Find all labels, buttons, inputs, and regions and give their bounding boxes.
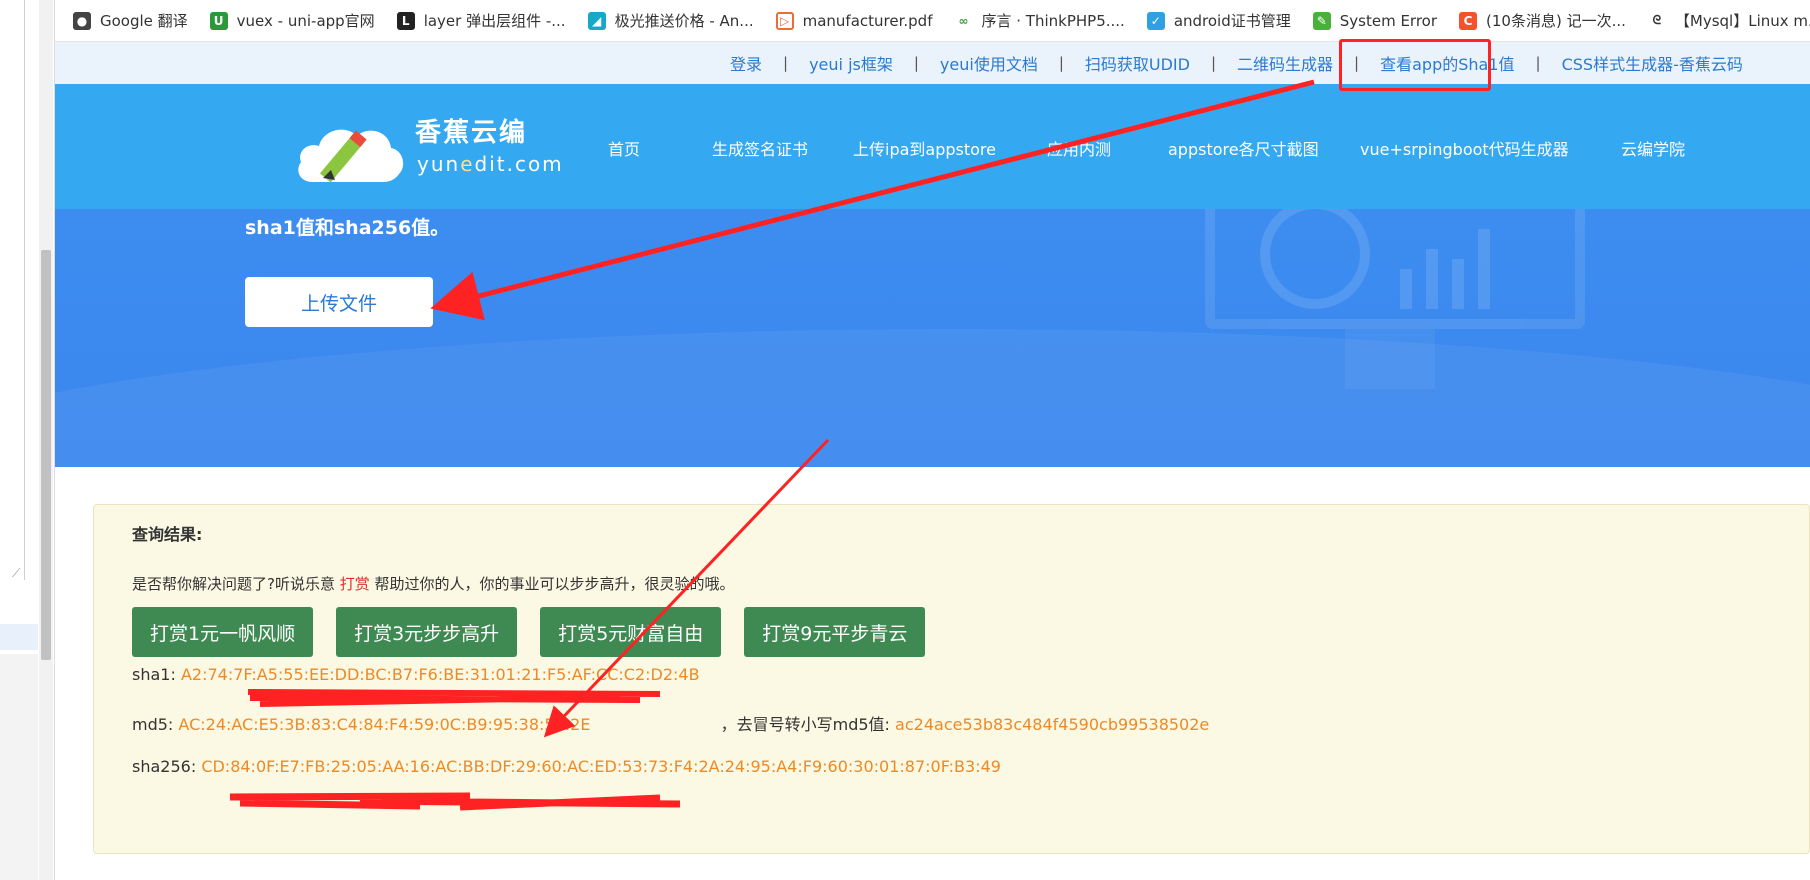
bookmark-android-cert[interactable]: ✓ android证书管理 [1146,10,1291,31]
sha1-value: A2:74:7F:A5:55:EE:DD:BC:B7:F6:BE:31:01:2… [180,665,700,684]
sha256-row: sha256: CD:84:0F:E7:FB:25:05:AA:16:AC:BB… [132,757,1001,776]
reward-buttons: 打赏1元一帆风顺 打赏3元步步高升 打赏5元财富自由 打赏9元平步青云 [132,607,926,657]
cert-icon: ✓ [1146,11,1165,30]
bookmark-pdf[interactable]: ▷ manufacturer.pdf [775,11,933,30]
bookmark-google-translate[interactable]: ● Google 翻译 [73,10,188,31]
md5-value: AC:24:AC:E5:3B:83:C4:84:F4:59:0C:B9:95:3… [178,715,591,734]
monitor-stand-decoration [1345,329,1435,389]
reward-prompt-text: 是否帮你解决问题了?听说乐意 [132,575,340,593]
md5-lower-value: ac24ace53b83c484f4590cb99538502e [895,715,1210,734]
bookmark-label: layer 弹出层组件 -... [423,12,566,30]
bookmark-uniapp[interactable]: U vuex - uni-app官网 [209,10,375,31]
reward-3-button[interactable]: 打赏3元步步高升 [336,607,518,657]
reward-prompt: 是否帮你解决问题了?听说乐意 打赏 帮助过你的人，你的事业可以步步高升，很灵验的… [132,573,735,594]
sha1-row: sha1: A2:74:7F:A5:55:EE:DD:BC:B7:F6:BE:3… [132,665,700,684]
left-pane-row [0,624,38,650]
reward-9-button[interactable]: 打赏9元平步青云 [744,607,926,657]
nav-home[interactable]: 首页 [608,136,640,160]
sha256-label: sha256: [132,757,197,776]
pdf-icon: ▷ [775,11,794,30]
bookmark-mysql[interactable]: ᘓ 【Mysql】Linux m... [1647,10,1810,31]
google-translate-icon: ● [73,11,91,30]
bookmark-label: System Error [1339,11,1438,30]
md5-row: md5: AC:24:AC:E5:3B:83:C4:84:F4:59:0C:B9… [132,711,1209,735]
bookmark-layer[interactable]: L layer 弹出层组件 -... [396,10,566,31]
bookmark-label: android证书管理 [1173,12,1291,30]
bookmark-label: manufacturer.pdf [802,11,933,30]
bookmark-label: (10条消息) 记一次... [1486,12,1626,30]
annotation-highlight-box [1339,39,1491,91]
pane-divider [24,0,25,580]
upload-file-button[interactable]: 上传文件 [245,277,433,327]
hero-wave-decoration [55,329,1810,467]
left-pane: ⟋ [0,0,55,880]
bookmark-label: 序言 · ThinkPHP5.... [981,12,1125,30]
reward-1-button[interactable]: 打赏1元一帆风顺 [132,607,314,657]
md5-label: md5: [132,715,174,734]
nav-screenshots[interactable]: appstore各尺寸截图 [1168,136,1319,160]
link-login[interactable]: 登录 [719,51,773,75]
link-udid[interactable]: 扫码获取UDID [1074,51,1201,75]
bookmark-jiguang[interactable]: ◢ 极光推送价格 - An... [587,10,754,31]
bookmark-label: Google 翻译 [100,12,188,30]
md5-lower-label: ，去冒号转小写md5值: [720,715,890,734]
link-css-generator[interactable]: CSS样式生成器-香蕉云码 [1551,51,1754,75]
bookmark-label: 极光推送价格 - An... [614,12,754,30]
sha1-label: sha1: [132,665,176,684]
result-title: 查询结果: [132,525,203,544]
thinkphp-icon: ∞ [954,11,973,30]
main-nav: 首页 生成签名证书 上传ipa到appstore 应用内测 appstore各尺… [55,84,1810,209]
resize-handle-icon[interactable]: ⟋ [12,566,20,581]
link-yeui-js[interactable]: yeui js框架 [798,51,904,75]
csdn-icon: C [1459,11,1478,30]
bar-chart-decoration-icon [1400,219,1530,309]
bookmarks-bar: ● Google 翻译 U vuex - uni-app官网 L layer 弹… [55,0,1810,42]
uniapp-icon: U [209,11,228,30]
bookmark-label: 【Mysql】Linux m... [1674,12,1810,30]
jiguang-icon: ◢ [587,11,606,30]
left-pane-area [0,654,38,880]
hero-description: sha1值和sha256值。 [245,217,450,239]
nav-beta-testing[interactable]: 应用内测 [1047,136,1111,160]
bookmark-csdn[interactable]: C (10条消息) 记一次... [1459,10,1626,31]
scrollbar-thumb[interactable] [41,250,51,660]
link-qrcode[interactable]: 二维码生成器 [1226,51,1344,75]
separator: | [1210,54,1217,72]
separator: | [1535,54,1541,72]
sha256-value: CD:84:0F:E7:FB:25:05:AA:16:AC:BB:DF:29:6… [201,757,1001,776]
bookmark-label: vuex - uni-app官网 [236,12,375,30]
reward-link[interactable]: 打赏 [340,575,370,593]
nav-academy[interactable]: 云编学院 [1621,136,1685,160]
query-result-panel: 查询结果: 是否帮你解决问题了?听说乐意 打赏 帮助过你的人，你的事业可以步步高… [93,504,1810,854]
reward-5-button[interactable]: 打赏5元财富自由 [540,607,722,657]
separator: | [1058,54,1064,72]
link-yeui-docs[interactable]: yeui使用文档 [929,51,1049,75]
mysql-icon: ᘓ [1647,11,1666,30]
bookmark-system-error[interactable]: ✎ System Error [1312,11,1438,30]
layer-icon: L [396,11,415,30]
nav-upload-ipa[interactable]: 上传ipa到appstore [853,136,996,160]
nav-signing-cert[interactable]: 生成签名证书 [712,136,808,160]
site-header: 香蕉云编 yunedit.com 首页 生成签名证书 上传ipa到appstor… [55,84,1810,209]
nav-code-generator[interactable]: vue+srpingboot代码生成器 [1360,136,1569,160]
feather-icon: ✎ [1312,11,1331,30]
hero-banner: sha1值和sha256值。 上传文件 [55,209,1810,467]
separator: | [913,54,919,72]
top-links-bar: 登录 | yeui js框架 | yeui使用文档 | 扫码获取UDID | 二维码生成… [55,42,1810,84]
bookmark-thinkphp[interactable]: ∞ 序言 · ThinkPHP5.... [954,10,1125,31]
separator: | [783,54,789,72]
reward-prompt-text: 帮助过你的人，你的事业可以步步高升，很灵验的哦。 [369,575,735,593]
